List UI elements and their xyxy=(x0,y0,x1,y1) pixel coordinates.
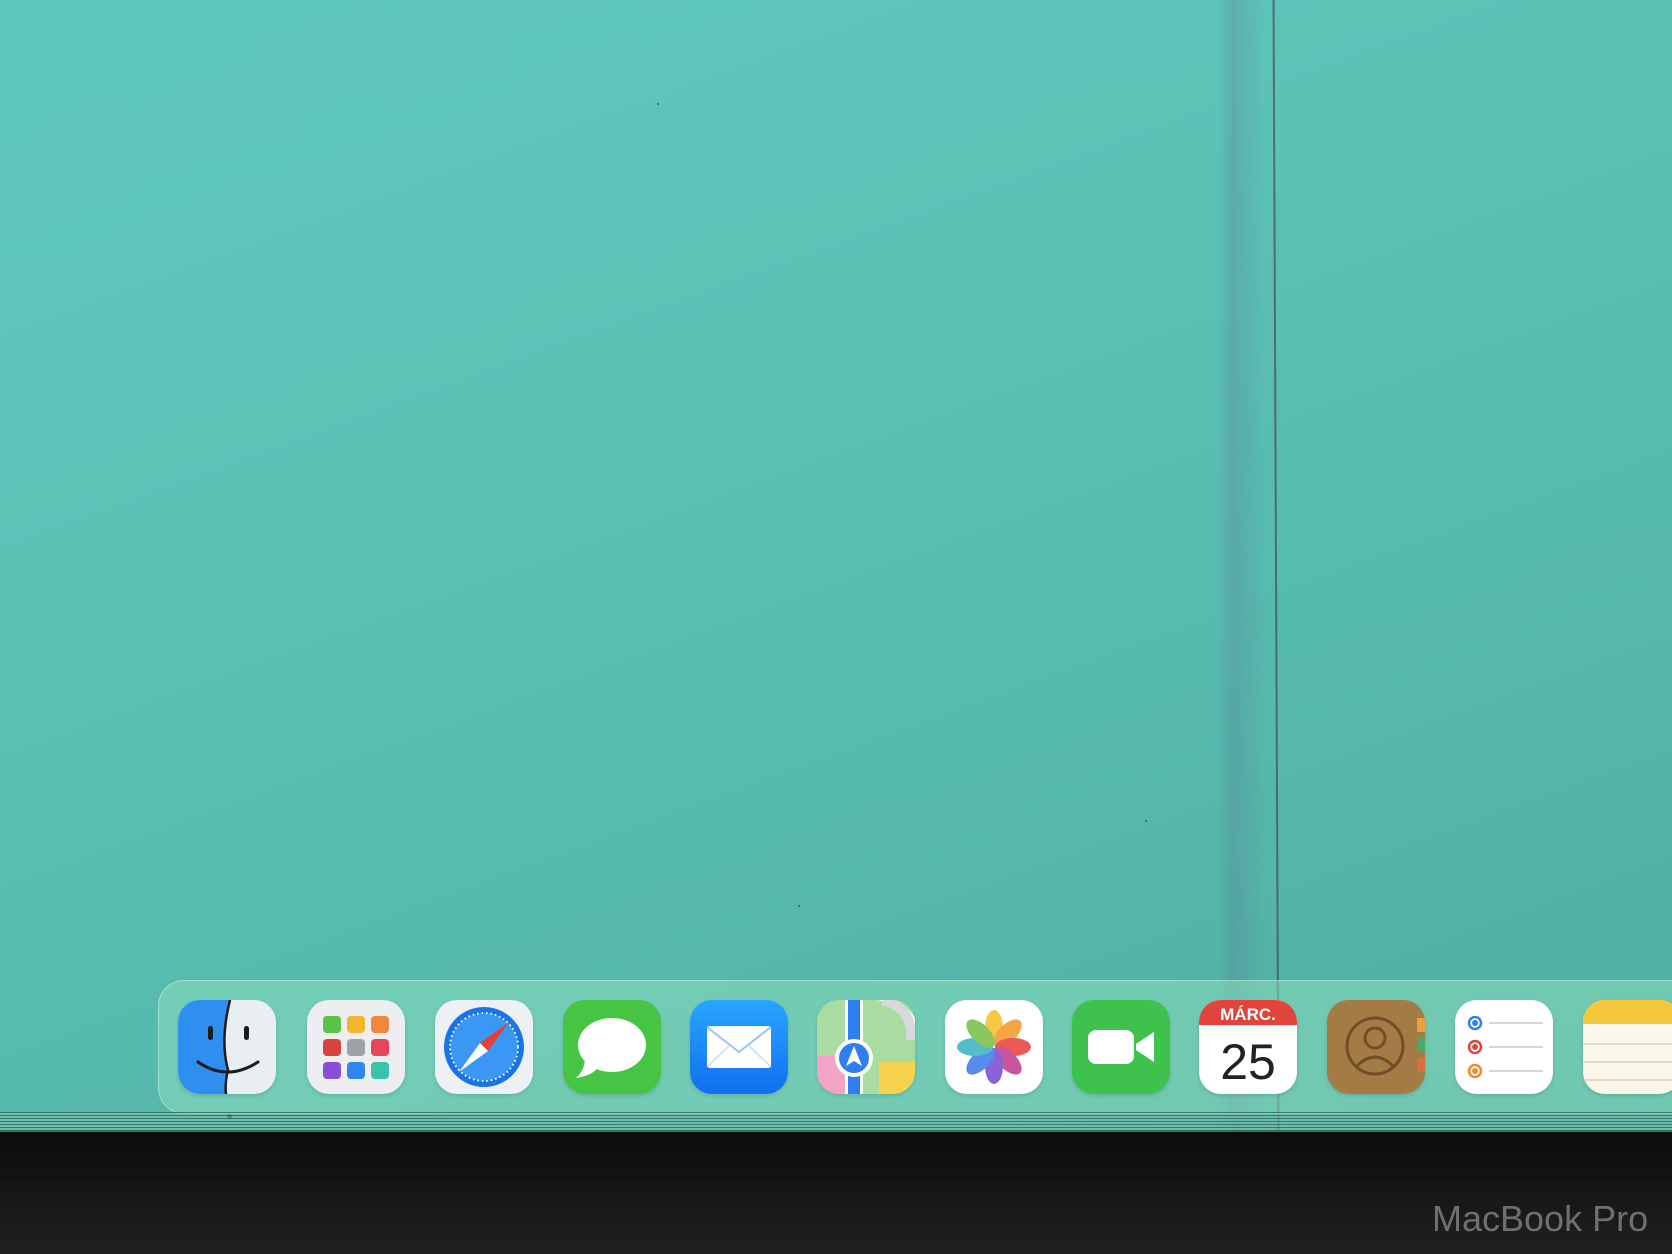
finder-icon xyxy=(178,1000,276,1094)
display-artifact-band xyxy=(1218,0,1266,1130)
messages-icon xyxy=(563,1000,661,1094)
calendar-month: MÁRC. xyxy=(1220,1005,1276,1024)
safari-icon xyxy=(435,1000,533,1094)
dock-mail-icon[interactable] xyxy=(690,1000,788,1094)
notes-icon xyxy=(1583,1000,1672,1094)
dock-facetime-icon[interactable] xyxy=(1072,1000,1170,1094)
dock-contacts-icon[interactable] xyxy=(1327,1000,1425,1094)
facetime-icon xyxy=(1072,1000,1170,1094)
dust-speck xyxy=(1145,820,1147,822)
dock-messages-icon[interactable] xyxy=(563,1000,661,1094)
display-artifact-line xyxy=(1272,0,1280,1130)
photos-icon xyxy=(945,1000,1043,1094)
dock-finder-icon[interactable] xyxy=(178,1000,276,1094)
mail-icon xyxy=(690,1000,788,1094)
dock-calendar-icon[interactable]: MÁRC. 25 xyxy=(1199,1000,1297,1094)
calendar-day: 25 xyxy=(1220,1034,1276,1090)
dock-safari-icon[interactable] xyxy=(435,1000,533,1094)
screen-edge xyxy=(0,1112,1672,1132)
dock-launchpad-icon[interactable] xyxy=(307,1000,405,1094)
reminders-icon xyxy=(1455,1000,1553,1094)
bezel-brand-label: MacBook Pro xyxy=(1432,1198,1649,1239)
laptop-hinge xyxy=(0,1180,1672,1254)
dock-photos-icon[interactable] xyxy=(945,1000,1043,1094)
contacts-icon xyxy=(1327,1000,1425,1094)
dust-speck xyxy=(798,905,800,907)
launchpad-icon xyxy=(307,1000,405,1094)
dock-maps-icon[interactable] xyxy=(817,1000,915,1094)
calendar-icon: MÁRC. 25 xyxy=(1199,1000,1297,1094)
dock-reminders-icon[interactable] xyxy=(1455,1000,1553,1094)
desktop-wallpaper: MÁRC. 25 xyxy=(0,0,1672,1130)
dock-notes-icon[interactable] xyxy=(1583,1000,1672,1094)
dust-speck xyxy=(657,103,659,105)
maps-icon xyxy=(817,1000,915,1094)
